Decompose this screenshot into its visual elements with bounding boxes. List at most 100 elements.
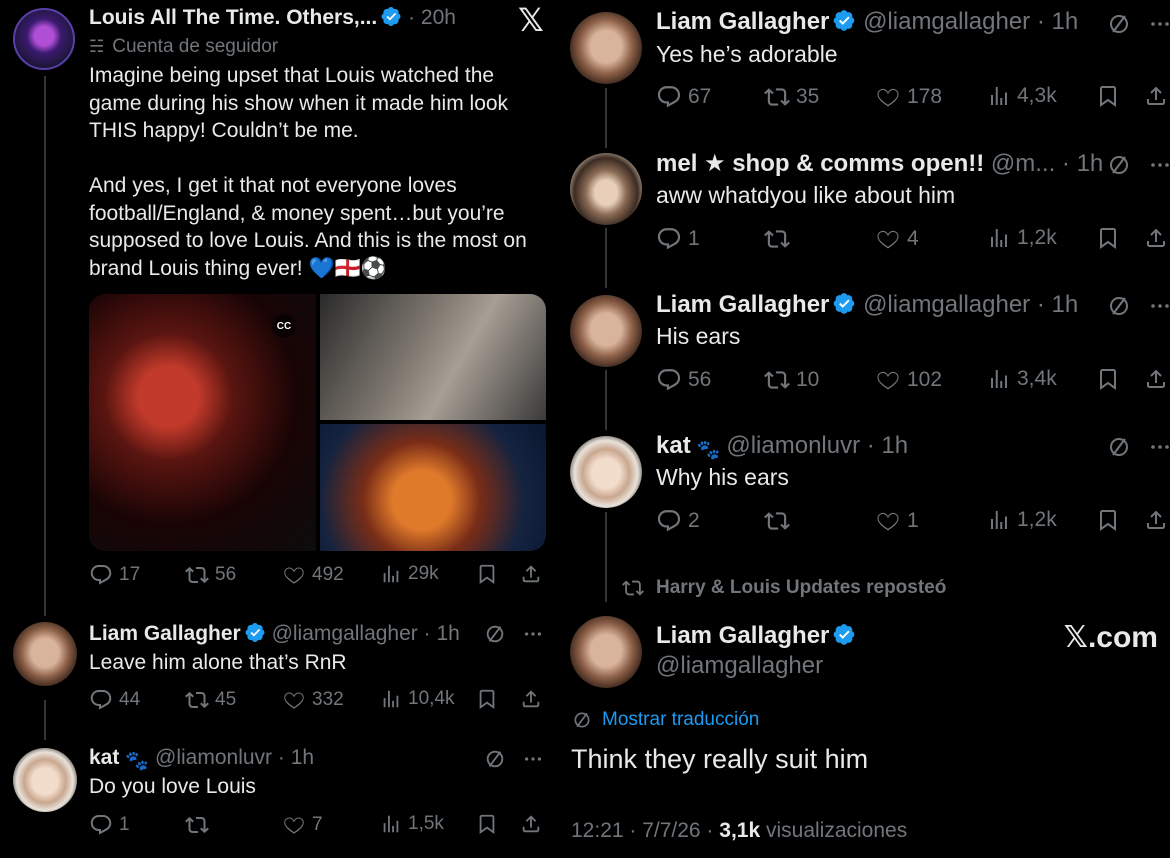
more-options-icon[interactable] bbox=[522, 748, 544, 770]
reply-button[interactable]: 67 bbox=[656, 84, 711, 110]
grok-icon[interactable] bbox=[1107, 294, 1131, 318]
share-button[interactable] bbox=[520, 563, 542, 585]
avatar-mel[interactable] bbox=[570, 153, 642, 225]
user-handle[interactable]: @liamgallagher · 1h bbox=[272, 622, 460, 645]
reply-button[interactable]: 1 bbox=[656, 226, 700, 252]
share-button[interactable] bbox=[520, 813, 542, 835]
user-handle[interactable]: @liamgallagher bbox=[656, 652, 823, 679]
media-image-england-shirt[interactable] bbox=[320, 424, 546, 551]
share-button[interactable] bbox=[1144, 84, 1168, 108]
display-name[interactable]: Liam Gallagher bbox=[89, 622, 241, 645]
like-button[interactable]: 178 bbox=[875, 84, 942, 110]
share-icon bbox=[1144, 367, 1168, 391]
repost-button[interactable]: 10 bbox=[764, 367, 819, 393]
views-button[interactable]: 3,4k bbox=[987, 367, 1057, 391]
like-button[interactable]: 1 bbox=[875, 508, 919, 534]
views-button[interactable]: 10,4k bbox=[380, 688, 454, 710]
like-icon bbox=[282, 688, 306, 712]
avatar-kat[interactable] bbox=[570, 436, 642, 508]
repost-button[interactable]: 45 bbox=[185, 688, 236, 712]
more-options-icon[interactable] bbox=[1148, 435, 1170, 459]
repost-button[interactable] bbox=[764, 226, 796, 252]
bookmark-button[interactable] bbox=[476, 813, 498, 835]
more-options-icon[interactable] bbox=[1148, 294, 1170, 318]
show-translation-link[interactable]: Mostrar traducción bbox=[572, 709, 759, 731]
grok-icon[interactable] bbox=[484, 748, 506, 770]
grok-icon[interactable] bbox=[1107, 435, 1131, 459]
media-grid[interactable]: CC bbox=[89, 294, 546, 551]
share-button[interactable] bbox=[1144, 508, 1168, 532]
reply-text: Leave him alone that’s RnR bbox=[89, 651, 347, 674]
avatar-kat[interactable] bbox=[13, 748, 77, 812]
share-button[interactable] bbox=[1144, 367, 1168, 391]
display-name[interactable]: kat bbox=[89, 746, 119, 769]
media-image-closeup-smile[interactable] bbox=[320, 294, 546, 420]
views-button[interactable]: 1,2k bbox=[987, 226, 1057, 250]
reply-header: mel ★ shop & comms open!! @m... · 1h bbox=[656, 151, 1103, 177]
like-button[interactable]: 332 bbox=[282, 688, 344, 712]
reply-button[interactable]: 1 bbox=[89, 813, 130, 837]
like-button[interactable]: 4 bbox=[875, 226, 919, 252]
views-icon bbox=[380, 813, 402, 835]
bookmark-button[interactable] bbox=[476, 688, 498, 710]
display-name[interactable]: Liam Gallagher bbox=[656, 622, 829, 649]
more-options-icon[interactable] bbox=[1148, 153, 1170, 177]
bookmark-button[interactable] bbox=[1096, 226, 1120, 250]
grok-icon[interactable] bbox=[1107, 153, 1131, 177]
views-button[interactable]: 1,5k bbox=[380, 813, 444, 835]
reposted-by-label[interactable]: Harry & Louis Updates reposteó bbox=[622, 577, 946, 599]
reply-text: aww whatdyou like about him bbox=[656, 182, 956, 208]
grok-icon[interactable] bbox=[484, 623, 506, 645]
user-handle[interactable]: @liamonluvr · 1h bbox=[726, 432, 908, 459]
repost-button[interactable] bbox=[764, 508, 796, 534]
reply-button[interactable]: 56 bbox=[656, 367, 711, 393]
like-button[interactable]: 7 bbox=[282, 813, 323, 837]
views-button[interactable]: 4,3k bbox=[987, 84, 1057, 108]
avatar-liam-gallagher[interactable] bbox=[13, 622, 77, 686]
bookmark-button[interactable] bbox=[1096, 367, 1120, 391]
repost-button[interactable]: 56 bbox=[185, 563, 236, 587]
reply-button[interactable]: 44 bbox=[89, 688, 140, 712]
user-handle[interactable]: @liamonluvr · 1h bbox=[155, 746, 314, 769]
reply-header: Liam Gallagher @liamgallagher · 1h bbox=[89, 621, 460, 647]
bookmark-icon bbox=[1096, 367, 1120, 391]
repost-button[interactable]: 35 bbox=[764, 84, 819, 110]
grok-icon bbox=[572, 710, 592, 730]
display-name[interactable]: Liam Gallagher bbox=[656, 291, 829, 318]
like-button[interactable]: 102 bbox=[875, 367, 942, 393]
paws-icon: 🐾 bbox=[125, 751, 150, 772]
display-name[interactable]: Louis All The Time. Others,... bbox=[89, 6, 377, 29]
display-name[interactable]: kat bbox=[656, 432, 691, 459]
more-options-icon[interactable] bbox=[522, 623, 544, 645]
post-time[interactable]: · 20h bbox=[408, 6, 456, 29]
display-name[interactable]: Liam Gallagher bbox=[656, 8, 829, 35]
share-button[interactable] bbox=[1144, 226, 1168, 250]
bookmark-button[interactable] bbox=[1096, 508, 1120, 532]
avatar-liam-gallagher[interactable] bbox=[570, 295, 642, 367]
repost-button[interactable] bbox=[185, 813, 215, 837]
reply-text: Yes he’s adorable bbox=[656, 41, 838, 67]
like-button[interactable]: 492 bbox=[282, 563, 344, 587]
display-name[interactable]: mel ★ shop & comms open!! bbox=[656, 150, 984, 177]
share-button[interactable] bbox=[520, 688, 542, 710]
views-icon bbox=[380, 688, 402, 710]
more-options-icon[interactable] bbox=[1148, 12, 1170, 36]
avatar-liam-gallagher[interactable] bbox=[570, 616, 642, 688]
bookmark-button[interactable] bbox=[1096, 84, 1120, 108]
avatar-liam-gallagher[interactable] bbox=[570, 12, 642, 84]
reply-button[interactable]: 17 bbox=[89, 563, 140, 587]
views-button[interactable]: 29k bbox=[380, 563, 439, 585]
avatar-louis-all-the-time[interactable] bbox=[13, 8, 75, 70]
bookmark-button[interactable] bbox=[476, 563, 498, 585]
views-button[interactable]: 1,2k bbox=[987, 508, 1057, 532]
views-count: 3,1k bbox=[719, 819, 761, 842]
user-handle[interactable]: @liamgallagher · 1h bbox=[863, 291, 1078, 318]
captions-badge[interactable]: CC bbox=[272, 314, 296, 338]
reply-button[interactable]: 2 bbox=[656, 508, 700, 534]
grok-icon[interactable] bbox=[1107, 12, 1131, 36]
bookmark-icon bbox=[476, 688, 498, 710]
user-handle[interactable]: @liamgallagher · 1h bbox=[863, 8, 1078, 35]
user-handle[interactable]: @m... · 1h bbox=[991, 150, 1103, 177]
repost-icon bbox=[764, 226, 790, 252]
views-icon bbox=[987, 508, 1011, 532]
